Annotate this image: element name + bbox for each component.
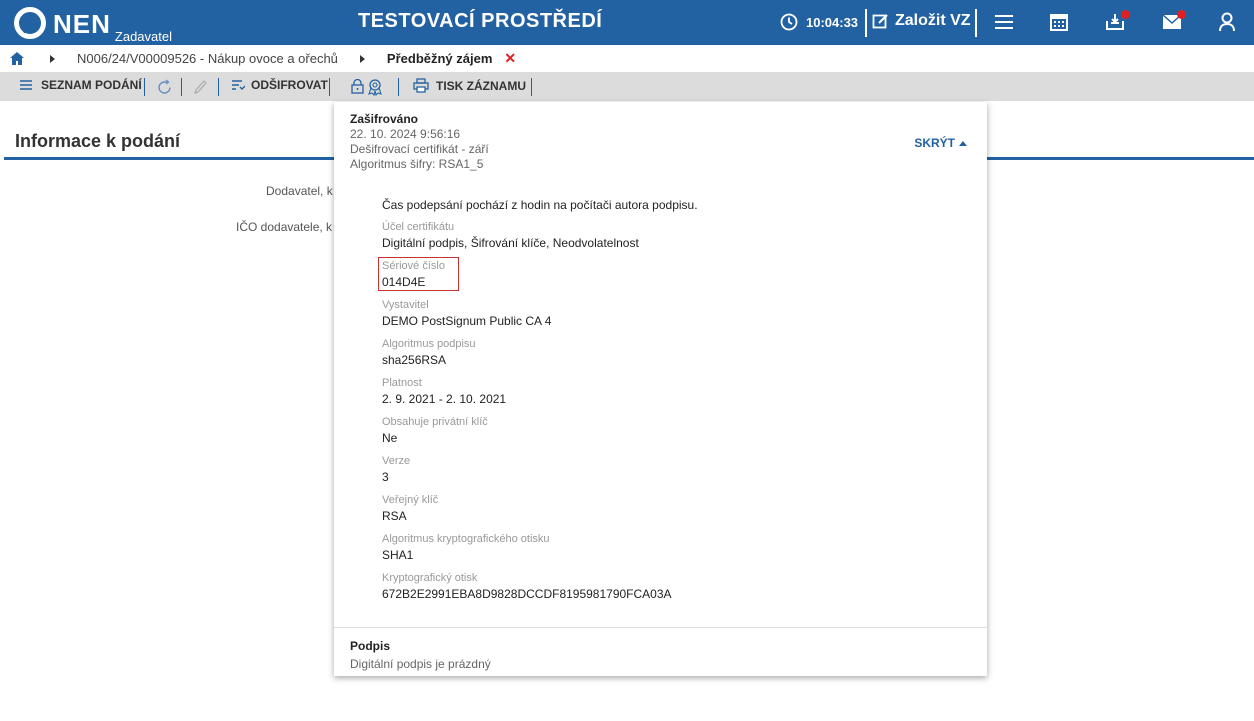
create-vz-label: Založit VZ	[895, 12, 971, 29]
field-value: sha256RSA	[382, 353, 447, 367]
clock-icon	[780, 13, 798, 31]
caret-up-icon	[959, 140, 967, 146]
divider	[181, 78, 182, 96]
field-public-key: Veřejný klíč RSA	[382, 493, 438, 525]
divider	[975, 9, 977, 37]
divider	[865, 9, 867, 37]
encryption-algorithm: Algoritmus šifry: RSA1_5	[350, 157, 484, 171]
logo-ring-icon	[14, 7, 46, 39]
list-icon	[20, 80, 32, 90]
field-signature-algorithm: Algoritmus podpisu sha256RSA	[382, 337, 476, 369]
field-label: Algoritmus kryptografického otisku	[382, 533, 550, 545]
close-icon[interactable]: ✕	[504, 50, 516, 67]
menu-icon[interactable]	[994, 12, 1014, 32]
nen-logo[interactable]: NEN Zadavatel	[14, 7, 172, 44]
field-value: 2. 9. 2021 - 2. 10. 2021	[382, 392, 507, 406]
divider	[218, 78, 219, 96]
certificate-icon[interactable]	[367, 78, 383, 96]
print-record-button[interactable]: TISK ZÁZNAMU	[413, 78, 526, 93]
field-label: Veřejný klíč	[382, 494, 439, 506]
field-value: DEMO PostSignum Public CA 4	[382, 314, 552, 328]
divider	[531, 78, 532, 96]
field-label: Platnost	[382, 377, 422, 389]
field-value: SHA1	[382, 548, 414, 562]
environment-title: TESTOVACÍ PROSTŘEDÍ	[358, 10, 603, 32]
breadcrumb-chevron-icon	[50, 54, 55, 63]
field-label: Vystavitel	[382, 299, 429, 311]
field-label: Účel certifikátu	[382, 221, 455, 233]
calendar-icon[interactable]	[1050, 12, 1068, 32]
supplier-ico-label: IČO dodavatele, k	[236, 220, 333, 234]
serial-number-highlight	[378, 257, 459, 291]
print-icon	[413, 78, 429, 93]
signing-time-note: Čas podepsání pochází z hodin na počítač…	[382, 198, 698, 212]
breadcrumb: N006/24/V00009526 - Nákup ovoce a ořechů…	[0, 45, 1254, 72]
notification-dot	[1121, 10, 1130, 19]
hide-details-link[interactable]: SKRÝT	[914, 136, 967, 150]
field-value: Digitální podpis, Šifrování klíče, Neodv…	[382, 236, 639, 250]
clock-time: 10:04:33	[806, 14, 859, 30]
logo-text: NEN	[53, 9, 111, 39]
user-icon[interactable]	[1219, 12, 1235, 32]
encryption-info: Zašifrováno 22. 10. 2024 9:56:16 Dešifro…	[350, 112, 489, 172]
top-bar: NEN Zadavatel TESTOVACÍ PROSTŘEDÍ 10:04:…	[0, 0, 1254, 45]
field-label: Verze	[382, 455, 411, 467]
field-certificate-purpose: Účel certifikátu Digitální podpis, Šifro…	[382, 220, 639, 252]
home-icon[interactable]	[10, 52, 24, 65]
divider	[398, 78, 399, 96]
breadcrumb-tender[interactable]: N006/24/V00009526 - Nákup ovoce a ořechů	[77, 51, 338, 66]
field-value: 3	[382, 470, 389, 484]
signature-info-popup: Zašifrováno 22. 10. 2024 9:56:16 Dešifro…	[334, 102, 987, 676]
field-value: RSA	[382, 509, 407, 523]
field-label: Kryptografický otisk	[382, 572, 478, 584]
print-record-label: TISK ZÁZNAMU	[436, 78, 526, 93]
breadcrumb-chevron-icon	[359, 54, 365, 63]
signature-status: Digitální podpis je prázdný	[350, 657, 491, 671]
pencil-icon[interactable]	[194, 80, 207, 95]
list-submissions-label: SEZNAM PODÁNÍ	[41, 78, 142, 92]
encryption-status: Zašifrováno	[350, 112, 419, 126]
supplier-label: Dodavatel, k	[266, 184, 333, 198]
field-value: 672B2E2991EBA8D9828DCCDF8195981790FCA03A	[382, 587, 672, 601]
create-vz-button[interactable]: Založit VZ	[872, 12, 971, 30]
logo-subtitle: Zadavatel	[114, 29, 172, 44]
field-version: Verze 3	[382, 454, 410, 486]
field-validity: Platnost 2. 9. 2021 - 2. 10. 2021	[382, 376, 506, 408]
field-hash-algorithm: Algoritmus kryptografického otisku SHA1	[382, 532, 550, 564]
signature-title: Podpis	[350, 639, 391, 653]
field-issuer: Vystavitel DEMO PostSignum Public CA 4	[382, 298, 551, 330]
field-label: Obsahuje privátní klíč	[382, 416, 488, 428]
session-clock: 10:04:33	[780, 13, 858, 31]
encryption-date: 22. 10. 2024 9:56:16	[350, 127, 461, 141]
decrypt-button[interactable]: ODŠIFROVAT	[231, 78, 328, 92]
list-submissions-button[interactable]: SEZNAM PODÁNÍ	[20, 78, 142, 92]
decryption-certificate: Dešifrovací certifikát - září	[350, 142, 489, 156]
divider	[144, 78, 145, 96]
section-title: Informace k podání	[15, 131, 181, 151]
divider	[329, 78, 330, 96]
divider	[334, 627, 987, 628]
notification-dot	[1177, 10, 1186, 19]
field-private-key: Obsahuje privátní klíč Ne	[382, 415, 488, 447]
toolbar: SEZNAM PODÁNÍ ODŠIFROVAT TISK ZÁZNAMU	[0, 72, 1254, 101]
field-thumbprint: Kryptografický otisk 672B2E2991EBA8D9828…	[382, 571, 672, 603]
edit-icon	[872, 13, 888, 28]
decrypt-label: ODŠIFROVAT	[251, 78, 328, 92]
decrypt-icon	[232, 80, 245, 90]
refresh-icon[interactable]	[156, 79, 173, 96]
breadcrumb-current: Předběžný zájem	[386, 51, 493, 66]
hide-details-label: SKRÝT	[914, 136, 955, 150]
lock-icon[interactable]	[351, 79, 364, 94]
signature-section: Podpis Digitální podpis je prázdný	[350, 637, 491, 673]
field-label: Algoritmus podpisu	[382, 338, 476, 350]
field-value: Ne	[382, 431, 398, 445]
